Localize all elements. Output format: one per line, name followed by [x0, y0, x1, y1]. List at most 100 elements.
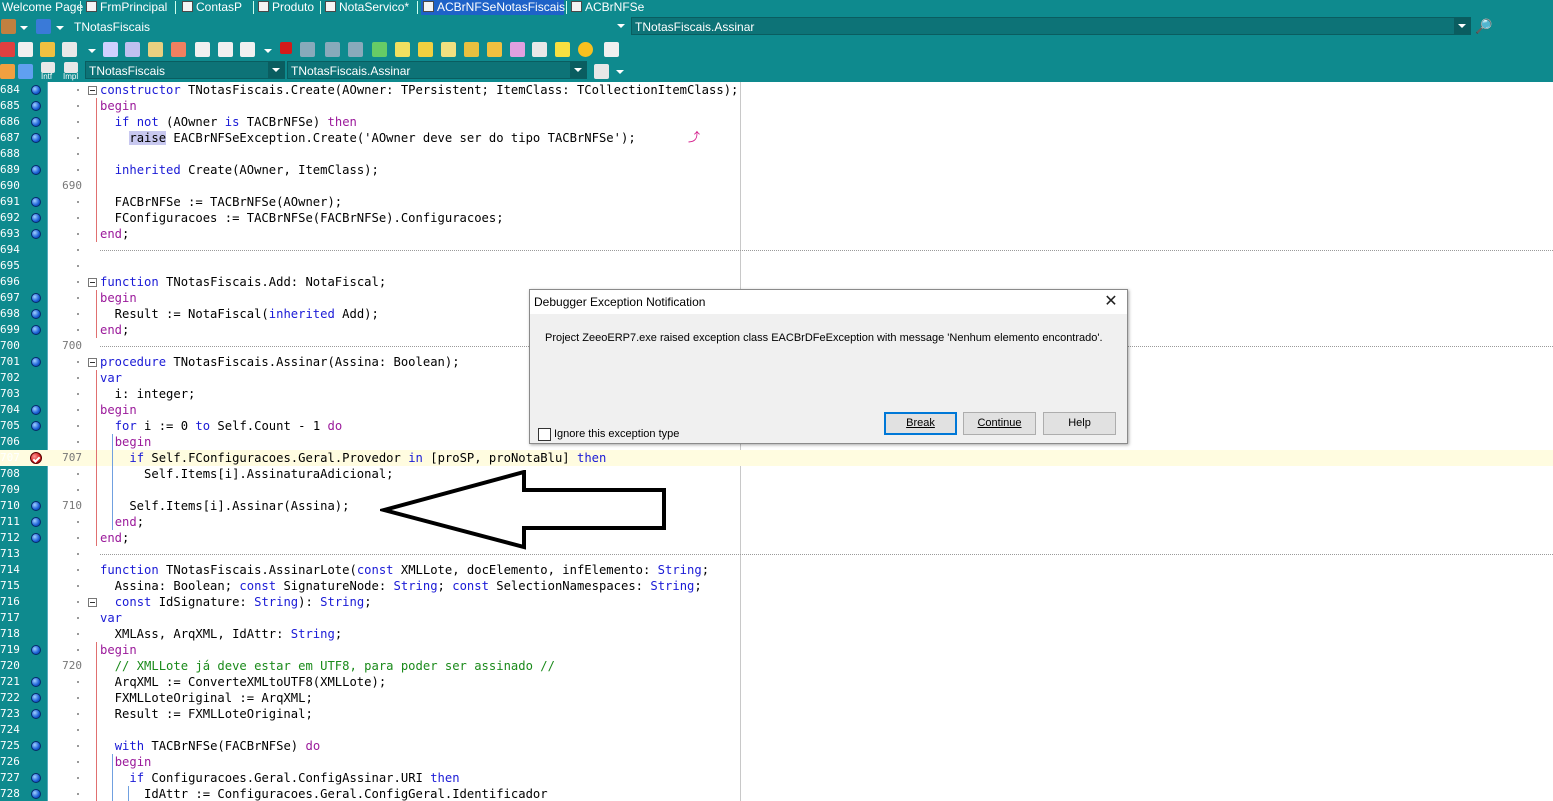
executable-line-icon[interactable]	[31, 773, 41, 783]
new-file-icon[interactable]	[18, 42, 33, 57]
chevron-down-icon[interactable]	[613, 18, 629, 34]
numbering-icon[interactable]	[532, 42, 547, 57]
tab-notaservico[interactable]: NotaServico*	[323, 0, 415, 15]
executable-line-icon[interactable]	[31, 309, 41, 319]
wizard-icon[interactable]	[395, 42, 410, 57]
executable-line-icon[interactable]	[31, 357, 41, 367]
code-line[interactable]: 716 const IdSignature: String): String;	[0, 594, 1553, 610]
run-to-cursor-icon[interactable]	[372, 42, 387, 57]
tab-contasp[interactable]: ContasP	[180, 0, 252, 15]
notes-icon[interactable]	[441, 42, 456, 57]
class-browser-icon[interactable]	[18, 64, 33, 79]
executable-line-icon[interactable]	[31, 229, 41, 239]
code-line[interactable]: 725 with TACBrNFSe(FACBrNFSe) do	[0, 738, 1553, 754]
code-line[interactable]: 709	[0, 482, 1553, 498]
executable-line-icon[interactable]	[31, 133, 41, 143]
executable-line-icon[interactable]	[31, 165, 41, 175]
gear-icon[interactable]	[578, 42, 593, 57]
executable-line-icon[interactable]	[31, 325, 41, 335]
nav-class-combo[interactable]: TNotasFiscais	[85, 61, 285, 79]
chevron-down-icon[interactable]	[88, 49, 96, 53]
new-unit-icon[interactable]	[62, 42, 77, 57]
code-line[interactable]: 721 ArqXML := ConverteXMLtoUTF8(XMLLote)…	[0, 674, 1553, 690]
executable-line-icon[interactable]	[31, 197, 41, 207]
code-line[interactable]: 711 end;	[0, 514, 1553, 530]
executable-line-icon[interactable]	[31, 517, 41, 527]
code-line[interactable]: 708 Self.Items[i].AssinaturaAdicional;	[0, 466, 1553, 482]
open-folder-icon[interactable]	[40, 42, 55, 57]
format-icon[interactable]	[510, 42, 525, 57]
search-icon[interactable]: 🔎	[1475, 18, 1492, 34]
class-combo[interactable]: TNotasFiscais	[70, 17, 630, 35]
fold-toggle-icon[interactable]	[88, 86, 97, 95]
chevron-down-icon[interactable]	[268, 62, 284, 78]
save-icon[interactable]	[103, 42, 118, 57]
code-line[interactable]: 710 710 Self.Items[i].Assinar(Assina);	[0, 498, 1553, 514]
executable-line-icon[interactable]	[31, 533, 41, 543]
toolbox-icon[interactable]	[0, 42, 15, 57]
code-line[interactable]: 722 FXMLLoteOriginal := ArqXML;	[0, 690, 1553, 706]
code-line[interactable]: 728 IdAttr := Configuracoes.Geral.Config…	[0, 786, 1553, 801]
dollar-icon[interactable]	[464, 42, 479, 57]
executable-line-icon[interactable]	[31, 709, 41, 719]
chevron-down-icon[interactable]	[20, 26, 28, 30]
chevron-down-icon[interactable]	[56, 26, 64, 30]
break-button[interactable]: Break	[884, 412, 957, 435]
code-line[interactable]: 718 XMLAss, ArqXML, IdAttr: String;	[0, 626, 1553, 642]
executable-line-icon[interactable]	[31, 677, 41, 687]
chevron-down-icon[interactable]	[264, 49, 272, 53]
window-list-icon[interactable]	[36, 19, 51, 34]
document-icon[interactable]	[604, 42, 619, 57]
code-line[interactable]: 714 function TNotasFiscais.AssinarLote(co…	[0, 562, 1553, 578]
tab-welcome-page[interactable]: Welcome Page	[0, 0, 83, 15]
executable-line-icon[interactable]	[31, 693, 41, 703]
project-icon[interactable]	[1, 19, 16, 34]
executable-line-icon[interactable]	[31, 117, 41, 127]
code-line[interactable]: 712 end;	[0, 530, 1553, 546]
dialog-titlebar[interactable]: Debugger Exception Notification ✕	[530, 290, 1127, 314]
executable-line-icon[interactable]	[31, 645, 41, 655]
ignore-exception-label[interactable]: Ignore this exception type	[554, 428, 679, 440]
code-line[interactable]: 719 begin	[0, 642, 1553, 658]
executable-line-icon[interactable]	[31, 501, 41, 511]
ignore-exception-checkbox[interactable]	[538, 428, 551, 441]
trace-into-icon[interactable]	[325, 42, 340, 57]
tab-acbrnfsenotasfiscais[interactable]: ACBrNFSeNotasFiscais	[421, 0, 565, 15]
edit-icon[interactable]	[418, 42, 433, 57]
code-line[interactable]: 691 FACBrNFSe := TACBrNFSe(AOwner);	[0, 194, 1553, 210]
code-line[interactable]: 707 707 if Self.FConfiguracoes.Geral.Prov…	[0, 450, 1553, 466]
save-all-icon[interactable]	[125, 42, 140, 57]
code-line[interactable]: 690 690	[0, 178, 1553, 194]
code-line[interactable]: 688	[0, 146, 1553, 162]
code-line[interactable]: 723 Result := FXMLLoteOriginal;	[0, 706, 1553, 722]
executable-line-icon[interactable]	[31, 85, 41, 95]
code-line[interactable]: 693 end;	[0, 226, 1553, 242]
code-line[interactable]: 692 FConfiguracoes := TACBrNFSe(FACBrNFS…	[0, 210, 1553, 226]
executable-line-icon[interactable]	[31, 405, 41, 415]
chevron-down-icon[interactable]	[1454, 18, 1470, 34]
executable-line-icon[interactable]	[31, 101, 41, 111]
fold-toggle-icon[interactable]	[88, 278, 97, 287]
code-line[interactable]: 727 if Configuracoes.Geral.ConfigAssinar…	[0, 770, 1553, 786]
chevron-down-icon[interactable]	[570, 62, 586, 78]
navigation-list-icon[interactable]	[594, 64, 609, 79]
fold-toggle-icon[interactable]	[88, 598, 97, 607]
executable-line-icon[interactable]	[31, 789, 41, 799]
executable-line-icon[interactable]	[31, 741, 41, 751]
code-line[interactable]: 726 begin	[0, 754, 1553, 770]
code-line[interactable]: 724	[0, 722, 1553, 738]
stop-icon[interactable]	[280, 42, 292, 54]
close-icon[interactable]: ✕	[1101, 292, 1121, 312]
code-line[interactable]: 715 Assina: Boolean; const SignatureNode…	[0, 578, 1553, 594]
structure-icon[interactable]	[0, 64, 15, 79]
code-line[interactable]: 720 720 // XMLLote já deve estar em UTF8,…	[0, 658, 1553, 674]
tools-icon[interactable]	[487, 42, 502, 57]
add-file-icon[interactable]	[148, 42, 163, 57]
code-line[interactable]: 686 if not (AOwner is TACBrNFSe) then	[0, 114, 1553, 130]
sticky-note-icon[interactable]	[555, 42, 570, 57]
executable-line-icon[interactable]	[31, 421, 41, 431]
code-line[interactable]: 689 inherited Create(AOwner, ItemClass);	[0, 162, 1553, 178]
code-line[interactable]: 684 constructor TNotasFiscais.Create(AOwn…	[0, 82, 1553, 98]
code-line[interactable]: 685 begin	[0, 98, 1553, 114]
nav-method-combo[interactable]: TNotasFiscais.Assinar	[287, 61, 587, 79]
